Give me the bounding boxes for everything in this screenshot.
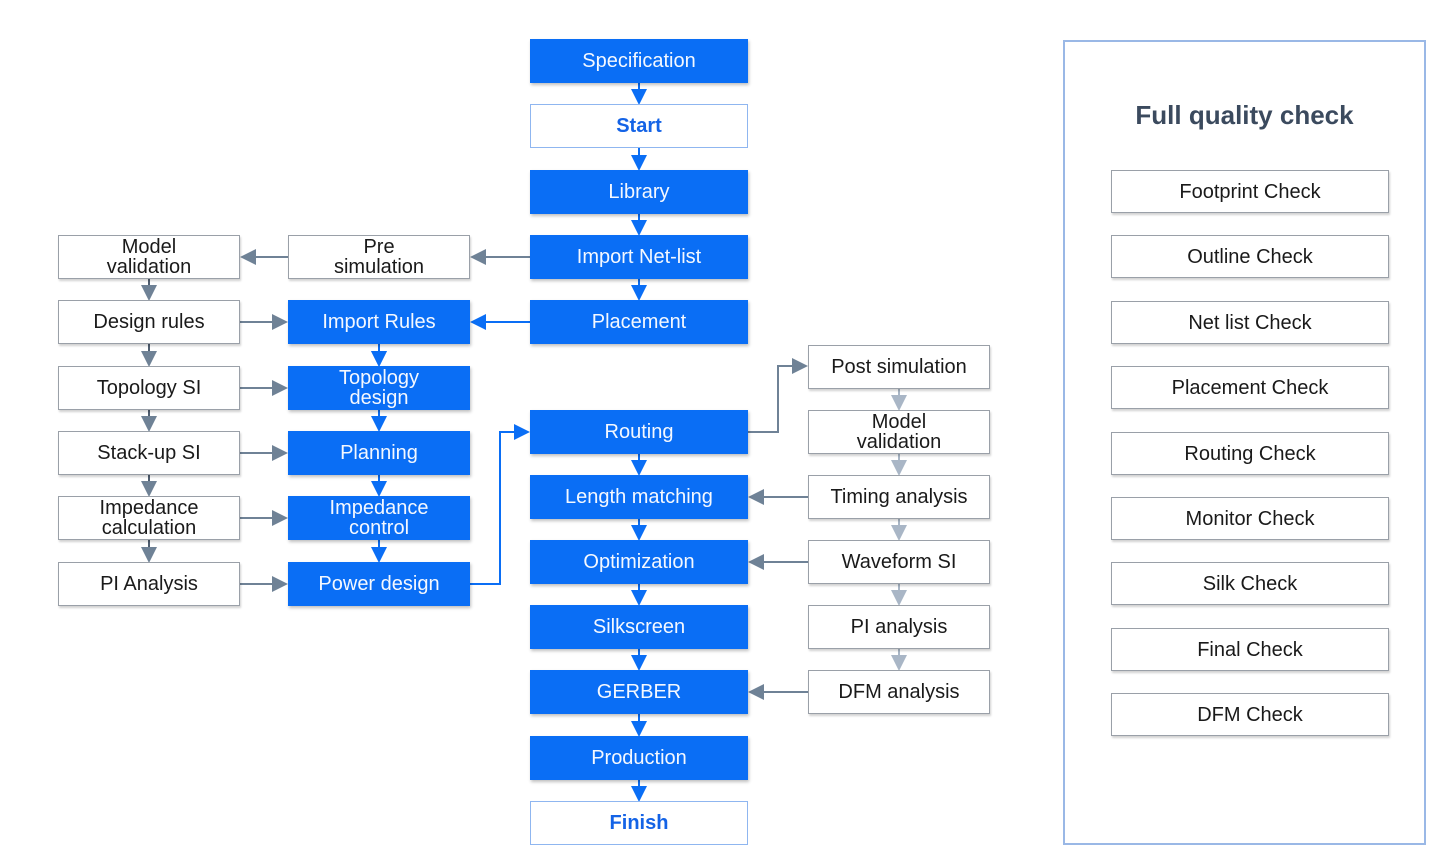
step-impedance-control-label: Impedance control bbox=[329, 497, 429, 539]
analysis-model-validation-label: Model validation bbox=[106, 236, 192, 278]
step-routing: Routing bbox=[530, 410, 748, 454]
post-waveform-si: Waveform SI bbox=[808, 540, 990, 584]
step-topology-design-label: Topology design bbox=[338, 367, 420, 409]
step-import-rules-label: Import Rules bbox=[322, 311, 436, 333]
step-finish: Finish bbox=[530, 801, 748, 845]
post-dfm-analysis-label: DFM analysis bbox=[838, 681, 960, 703]
analysis-stack-up-si-label: Stack-up SI bbox=[97, 442, 201, 464]
step-specification: Specification bbox=[530, 39, 748, 83]
step-power-design-label: Power design bbox=[318, 573, 440, 595]
step-placement: Placement bbox=[530, 300, 748, 344]
step-impedance-control: Impedance control bbox=[288, 496, 470, 540]
step-pre-simulation: Pre simulation bbox=[288, 235, 470, 279]
analysis-topology-si-label: Topology SI bbox=[96, 377, 202, 399]
step-optimization-label: Optimization bbox=[583, 551, 695, 573]
step-library-label: Library bbox=[608, 181, 670, 203]
analysis-impedance-calculation: Impedance calculation bbox=[58, 496, 240, 540]
post-model-validation: Model validation bbox=[808, 410, 990, 454]
full-quality-check-panel: Full quality check bbox=[1063, 40, 1426, 845]
post-waveform-si-label: Waveform SI bbox=[841, 551, 957, 573]
step-planning: Planning bbox=[288, 431, 470, 475]
step-import-net-list: Import Net-list bbox=[530, 235, 748, 279]
step-silkscreen-label: Silkscreen bbox=[592, 616, 686, 638]
step-silkscreen: Silkscreen bbox=[530, 605, 748, 649]
analysis-model-validation: Model validation bbox=[58, 235, 240, 279]
step-production: Production bbox=[530, 736, 748, 780]
step-specification-label: Specification bbox=[582, 50, 696, 72]
step-gerber-label: GERBER bbox=[596, 681, 682, 703]
post-pi-analysis-label: PI analysis bbox=[850, 616, 948, 638]
step-planning-label: Planning bbox=[340, 442, 418, 464]
step-length-matching: Length matching bbox=[530, 475, 748, 519]
arrow bbox=[748, 358, 808, 433]
step-topology-design: Topology design bbox=[288, 366, 470, 410]
post-post-simulation: Post simulation bbox=[808, 345, 990, 389]
analysis-design-rules-label: Design rules bbox=[93, 311, 205, 333]
post-pi-analysis: PI analysis bbox=[808, 605, 990, 649]
post-timing-analysis: Timing analysis bbox=[808, 475, 990, 519]
analysis-design-rules: Design rules bbox=[58, 300, 240, 344]
analysis-impedance-calculation-label: Impedance calculation bbox=[99, 497, 199, 539]
step-import-net-list-label: Import Net-list bbox=[576, 246, 702, 268]
step-power-design: Power design bbox=[288, 562, 470, 606]
step-start: Start bbox=[530, 104, 748, 148]
step-placement-label: Placement bbox=[591, 311, 687, 333]
post-post-simulation-label: Post simulation bbox=[831, 356, 967, 378]
step-library: Library bbox=[530, 170, 748, 214]
analysis-pi-analysis: PI Analysis bbox=[58, 562, 240, 606]
step-production-label: Production bbox=[591, 747, 687, 769]
analysis-topology-si: Topology SI bbox=[58, 366, 240, 410]
step-pre-simulation-label: Pre simulation bbox=[333, 236, 425, 278]
step-routing-label: Routing bbox=[604, 421, 674, 443]
post-timing-analysis-label: Timing analysis bbox=[830, 486, 968, 508]
step-start-label: Start bbox=[616, 115, 662, 137]
step-finish-label: Finish bbox=[609, 812, 669, 834]
analysis-pi-analysis-label: PI Analysis bbox=[100, 573, 198, 595]
step-optimization: Optimization bbox=[530, 540, 748, 584]
step-import-rules: Import Rules bbox=[288, 300, 470, 344]
panel-title: Full quality check bbox=[1135, 100, 1354, 130]
post-dfm-analysis: DFM analysis bbox=[808, 670, 990, 714]
post-model-validation-label: Model validation bbox=[856, 411, 942, 453]
step-gerber: GERBER bbox=[530, 670, 748, 714]
step-length-matching-label: Length matching bbox=[565, 486, 713, 508]
analysis-stack-up-si: Stack-up SI bbox=[58, 431, 240, 475]
arrow bbox=[470, 424, 530, 585]
